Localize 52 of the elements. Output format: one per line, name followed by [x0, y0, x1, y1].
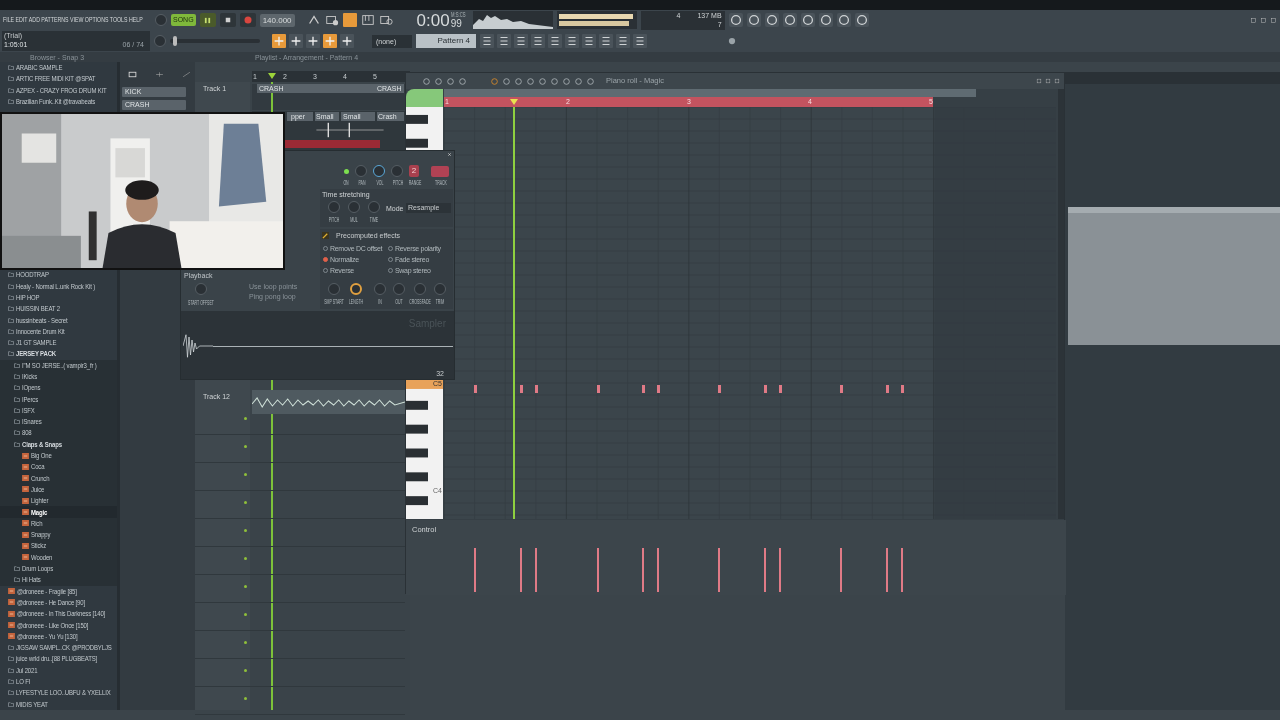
track-activity-dot[interactable] [244, 641, 247, 644]
time-fraction: 99 [450, 18, 462, 29]
audio-file-icon [8, 599, 15, 606]
audio-file-icon [8, 610, 15, 617]
knob[interactable] [350, 283, 362, 295]
keyboard-icon[interactable] [360, 13, 375, 27]
knob[interactable] [373, 165, 385, 177]
wrench-icon[interactable] [322, 232, 329, 239]
wait-icon[interactable] [324, 13, 339, 27]
audio-file-icon [22, 531, 29, 538]
pattern-selector[interactable]: Pattern 4 [416, 34, 476, 48]
audio-file-icon [22, 463, 29, 470]
curve-icon[interactable] [182, 70, 191, 79]
audio-file-icon [22, 509, 29, 516]
track-activity-dot[interactable] [244, 669, 247, 672]
stop-button[interactable] [219, 13, 236, 27]
track-activity-dot[interactable] [244, 501, 247, 504]
track-activity-dot[interactable] [244, 529, 247, 532]
track-selector[interactable] [431, 165, 449, 177]
track-activity-dot[interactable] [244, 613, 247, 616]
audio-file-icon [22, 486, 29, 493]
audio-file-icon [22, 452, 29, 459]
pause-button[interactable] [199, 13, 216, 27]
audio-file-icon [8, 633, 15, 640]
record-icon [243, 16, 252, 24]
piano-roll-header-tab[interactable] [406, 89, 443, 107]
time-display: 0:00 [416, 12, 450, 29]
pause-icon [204, 16, 212, 24]
track-activity-dot[interactable] [244, 557, 247, 560]
audio-file-icon [22, 542, 29, 549]
master-pitch-slider[interactable] [172, 36, 177, 46]
track-activity-dot[interactable] [244, 697, 247, 700]
toggle-indicator[interactable] [323, 257, 328, 262]
power-led[interactable] [344, 168, 349, 174]
range-box[interactable]: 2 [409, 165, 419, 177]
audio-file-icon [22, 520, 29, 527]
audio-file-icon [22, 475, 29, 482]
globe-icon[interactable] [727, 36, 737, 46]
audio-file-icon [8, 622, 15, 629]
audio-file-icon [22, 554, 29, 561]
track-activity-dot[interactable] [244, 445, 247, 448]
playhead-marker[interactable] [510, 99, 518, 105]
stop-icon [224, 17, 231, 23]
track-activity-dot[interactable] [244, 417, 247, 420]
loop-record-icon[interactable] [378, 13, 393, 27]
track-activity-dot[interactable] [244, 473, 247, 476]
tempo-field[interactable]: 140.000 [259, 13, 295, 27]
playhead-marker[interactable] [268, 73, 276, 79]
waveform [315, 121, 385, 139]
track-activity-dot[interactable] [244, 585, 247, 588]
audio-file-icon [8, 588, 15, 595]
audio-file-icon [22, 497, 29, 504]
